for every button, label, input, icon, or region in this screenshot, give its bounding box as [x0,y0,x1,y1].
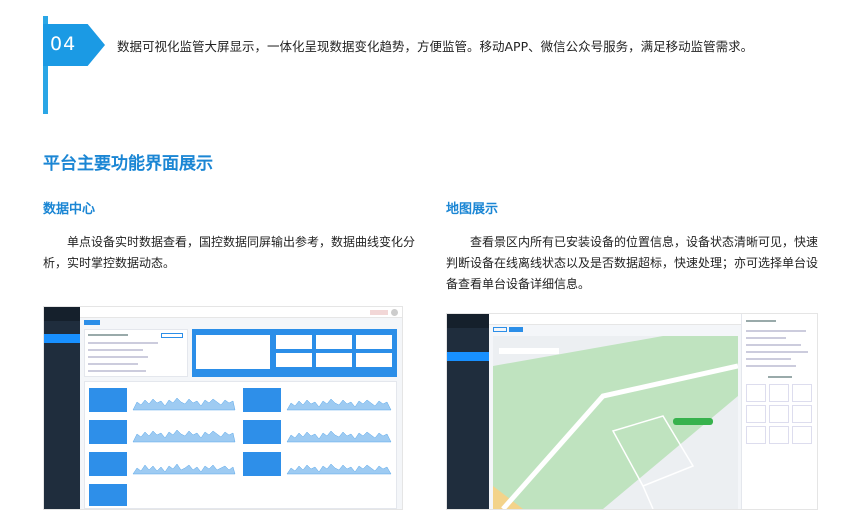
data-center-description: 单点设备实时数据查看，国控数据同屏输出参考，数据曲线变化分析，实时掌控数据动态。 [43,235,416,270]
data-center-screenshot [43,306,403,510]
mock-map-area [493,336,738,509]
data-center-title: 数据中心 [43,202,96,217]
map-display-title: 地图展示 [446,202,499,217]
mock-trend-charts [132,397,392,475]
map-display-description: 查看景区内所有已安装设备的位置信息，设备状态清晰可见，快速判断设备在线离线状态以… [446,235,819,291]
mock-sidebar [44,307,80,509]
mock-device-info [84,329,188,377]
mock-device-detail [741,314,817,509]
step-number: 04 [50,33,77,55]
intro-text: 数据可视化监管大屏显示，一体化呈现数据变化趋势，方便监管。移动APP、微信公众号… [117,39,754,54]
mock-topbar [80,307,402,318]
map-screenshot [446,313,818,510]
section-title: 平台主要功能界面展示 [43,154,213,174]
mock-map-shapes [493,336,738,509]
mock-chart-grid [84,381,397,509]
mock-map-sidebar [447,314,489,509]
mock-aqi-panel [192,329,397,377]
